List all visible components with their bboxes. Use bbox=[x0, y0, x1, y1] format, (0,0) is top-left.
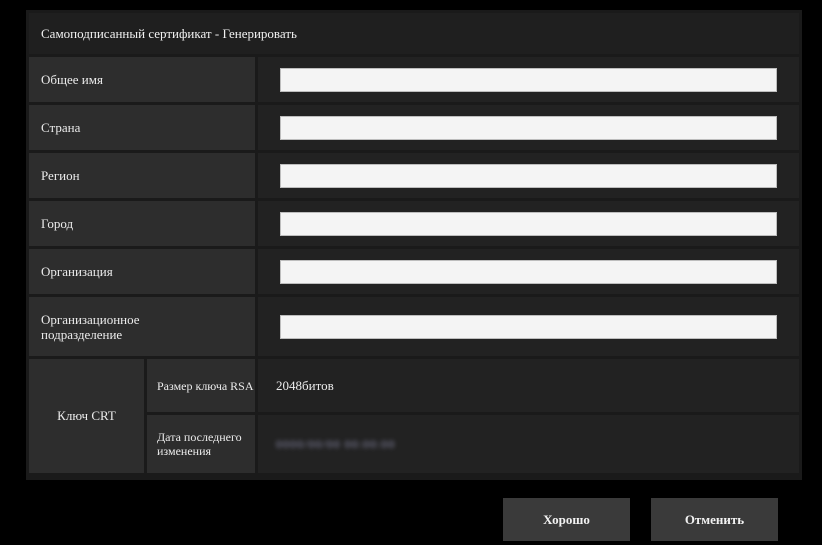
rsa-size-value: 2048битов bbox=[258, 359, 799, 412]
city-row: Город bbox=[29, 201, 799, 246]
country-row: Страна bbox=[29, 105, 799, 150]
city-input[interactable] bbox=[280, 211, 777, 236]
organization-row: Организация bbox=[29, 249, 799, 294]
country-input[interactable] bbox=[280, 115, 777, 140]
organization-label: Организация bbox=[29, 249, 255, 294]
rsa-size-label: Размер ключа RSA bbox=[147, 359, 255, 412]
city-label: Город bbox=[29, 201, 255, 246]
crt-key-label: Ключ CRT bbox=[29, 359, 144, 473]
common-name-label: Общее имя bbox=[29, 57, 255, 102]
region-row: Регион bbox=[29, 153, 799, 198]
dialog-title: Самоподписанный сертификат - Генерироват… bbox=[29, 13, 799, 54]
last-changed-value: 0000/00/00 00:00:00 bbox=[276, 436, 396, 451]
org-unit-label: Организационное подразделение bbox=[29, 297, 255, 356]
certificate-dialog: Самоподписанный сертификат - Генерироват… bbox=[26, 10, 802, 480]
region-input[interactable] bbox=[280, 163, 777, 188]
org-unit-input[interactable] bbox=[280, 314, 777, 339]
region-label: Регион bbox=[29, 153, 255, 198]
org-unit-row: Организационное подразделение bbox=[29, 297, 799, 356]
common-name-input[interactable] bbox=[280, 67, 777, 92]
ok-button[interactable]: Хорошо bbox=[503, 498, 630, 541]
organization-input[interactable] bbox=[280, 259, 777, 284]
country-label: Страна bbox=[29, 105, 255, 150]
last-changed-cell: 0000/00/00 00:00:00 bbox=[258, 415, 799, 473]
common-name-row: Общее имя bbox=[29, 57, 799, 102]
cancel-button[interactable]: Отменить bbox=[651, 498, 778, 541]
last-changed-label: Дата последнего изменения bbox=[147, 415, 255, 473]
